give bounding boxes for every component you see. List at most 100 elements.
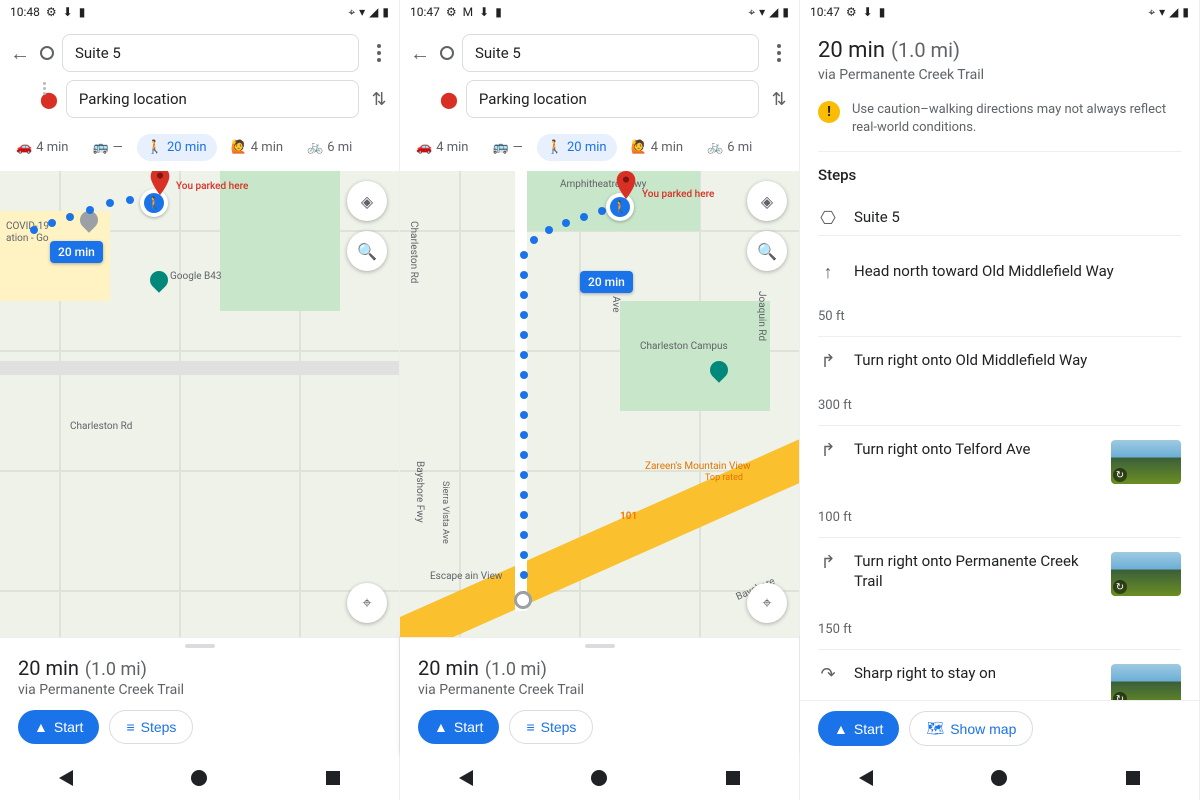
battery-icon: ▮ [1182,5,1189,19]
directions-header: ← Suite 5 ⬤ Parking location ⇅ [0,24,399,130]
step-distance: 100 ft [818,510,1181,538]
turn-right-icon: ↱ [818,351,838,372]
bottom-action-bar: ▲Start 🗺Show map [800,700,1199,756]
layers-button[interactable]: ◈ [347,181,387,221]
nav-back-button[interactable] [59,770,73,786]
arrow-up-icon: ↑ [818,262,838,283]
nav-recents-button[interactable] [326,771,340,785]
steps-button[interactable]: ≡Steps [509,710,593,744]
origin-dot-icon [440,46,454,60]
route-distance: (1.0 mi) [891,38,960,62]
sheet-drag-handle[interactable] [585,644,615,648]
step-item[interactable]: ↱ Turn right onto Old Middlefield Way [818,337,1181,386]
sheet-drag-handle[interactable] [185,644,215,648]
mode-drive[interactable]: 🚗4 min [406,134,478,161]
steps-button[interactable]: ≡Steps [109,710,193,744]
nav-back-button[interactable] [459,770,473,786]
step-item[interactable]: ↷ Sharp right to stay on [818,650,1181,700]
search-map-button[interactable]: 🔍 [347,231,387,271]
mode-transit[interactable]: 🚌— [82,134,132,161]
travel-modes: 🚗4 min 🚌— 🚶20 min 🙋4 min 🚲6 mi [400,130,799,171]
gear-icon: ⚙ [446,5,457,19]
travel-modes: 🚗4 min 🚌— 🚶20 min 🙋4 min 🚲6 mi [0,130,399,171]
download-icon: ⬇ [63,5,73,19]
route-summary-sheet[interactable]: 20 min (1.0 mi) via Permanente Creek Tra… [400,637,799,756]
start-button[interactable]: ▲Start [818,711,899,746]
nav-recents-button[interactable] [1126,771,1140,785]
start-button[interactable]: ▲Start [18,710,99,744]
navigate-icon: ▲ [834,721,848,737]
signal-icon: ◢ [369,5,378,19]
battery-icon: ▮ [782,5,789,19]
nav-home-button[interactable] [591,770,607,786]
nav-recents-button[interactable] [726,771,740,785]
transit-icon: 🚌 [492,140,508,155]
status-bar: 10:48 ⚙ ⬇ ▮ ⌖ ▾ ◢ ▮ [0,0,399,24]
map-label-joaquin: Joaquin Rd [756,291,767,341]
show-map-button[interactable]: 🗺Show map [909,711,1033,746]
location-icon: ⌖ [1148,5,1155,20]
status-time: 10:47 [410,5,440,19]
origin-field[interactable]: Suite 5 [462,34,759,72]
streetview-thumbnail[interactable] [1111,440,1181,484]
back-button[interactable]: ← [8,41,32,65]
mode-walk[interactable]: 🚶20 min [537,134,617,161]
step-item[interactable]: ↑ Head north toward Old Middlefield Way [818,248,1181,297]
mode-cycle[interactable]: 🚲6 mi [697,134,762,161]
step-item[interactable]: ↱ Turn right onto Permanente Creek Trail [818,538,1181,610]
map-label-google-b43: Google B43 [170,271,222,282]
step-list[interactable]: ⎔ Suite 5 ↑ Head north toward Old Middle… [818,194,1181,700]
overflow-menu-button[interactable] [767,44,791,62]
my-location-button[interactable]: ⌖ [747,583,787,623]
download-icon: ⬇ [863,5,873,19]
route-summary-sheet[interactable]: 20 min (1.0 mi) via Permanente Creek Tra… [0,637,399,756]
map-view[interactable]: Amphitheatre Pkwy Charleston Rd Alta Ave… [400,171,799,637]
search-map-button[interactable]: 🔍 [747,231,787,271]
android-nav-bar [400,756,799,800]
map-label-charleston: Charleston Rd [70,421,132,432]
walk-icon: 🚶 [547,140,563,155]
rideshare-icon: 🙋 [231,140,247,155]
gear-icon: ⚙ [46,5,57,19]
mode-rideshare[interactable]: 🙋4 min [621,134,693,161]
destination-pin-icon: ⬤ [440,90,458,109]
swap-button[interactable]: ⇅ [767,89,791,110]
phone-screen-3: 10:47 ⚙ ⬇ ▮ ⌖ ▾ ◢ ▮ 20 min (1.0 mi) via … [800,0,1200,800]
map-label-bayshore: Bayshore Fwy [414,461,425,523]
destination-field[interactable]: Parking location [466,80,759,118]
parked-here-label: You parked here [176,181,248,192]
directions-steps-pane[interactable]: 20 min (1.0 mi) via Permanente Creek Tra… [800,24,1199,700]
destination-field[interactable]: Parking location [66,80,359,118]
nav-home-button[interactable] [991,770,1007,786]
sd-icon: ▮ [79,5,86,19]
overflow-menu-button[interactable] [367,44,391,62]
nav-home-button[interactable] [191,770,207,786]
turn-right-icon: ↱ [818,440,838,461]
step-item[interactable]: ↱ Turn right onto Telford Ave [818,426,1181,498]
my-location-button[interactable]: ⌖ [347,583,387,623]
layers-button[interactable]: ◈ [747,181,787,221]
walk-icon: 🚶 [147,140,163,155]
origin-field[interactable]: Suite 5 [62,34,359,72]
map-label-escape: Escape ain View [430,571,502,582]
route-via: via Permanente Creek Trail [18,682,381,698]
mode-rideshare[interactable]: 🙋4 min [221,134,293,161]
mode-cycle[interactable]: 🚲6 mi [297,134,362,161]
transit-icon: 🚌 [92,140,108,155]
cycle-icon: 🚲 [307,140,323,155]
map-view[interactable]: COVID-19 ation - Go Charleston Rd Google… [0,171,399,637]
swap-button[interactable]: ⇅ [367,89,391,110]
streetview-thumbnail[interactable] [1111,664,1181,700]
start-button[interactable]: ▲Start [418,710,499,744]
streetview-thumbnail[interactable] [1111,552,1181,596]
signal-icon: ◢ [769,5,778,19]
nav-back-button[interactable] [859,770,873,786]
mode-drive[interactable]: 🚗4 min [6,134,78,161]
sd-icon: ▮ [879,5,886,19]
navigate-icon: ▲ [34,719,48,735]
mode-transit[interactable]: 🚌— [482,134,532,161]
car-icon: 🚗 [416,140,432,155]
step-distance: 150 ft [818,622,1181,650]
mode-walk[interactable]: 🚶20 min [137,134,217,161]
back-button[interactable]: ← [408,41,432,65]
